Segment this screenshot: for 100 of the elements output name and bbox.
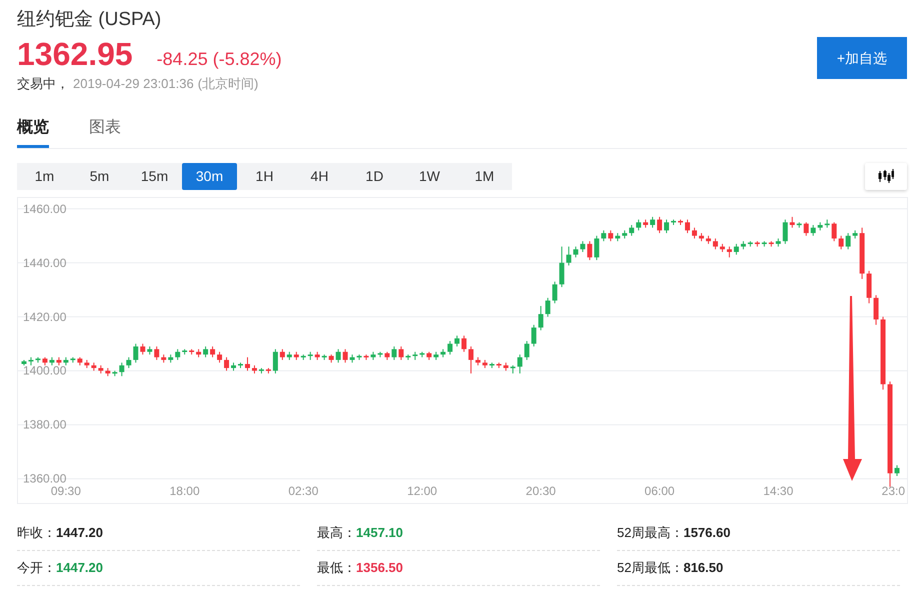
period-button[interactable]: 4H [292, 162, 347, 190]
candlestick [182, 348, 188, 355]
candlestick [482, 358, 488, 368]
candlestick [559, 246, 564, 288]
period-button[interactable]: 1W [402, 162, 457, 190]
candlestick [475, 356, 480, 366]
candlestick [740, 240, 746, 250]
candlestick [434, 350, 439, 360]
candlestick [406, 354, 411, 360]
axis-label: 14:30 [763, 484, 794, 498]
axis-label: 20:30 [526, 484, 556, 498]
axis-label: 06:00 [644, 484, 675, 498]
candlestick [112, 370, 118, 376]
axis-label: 09:30 [50, 484, 81, 498]
candlestick [203, 345, 208, 358]
candlestick [566, 246, 572, 266]
period-button[interactable]: 1H [237, 162, 292, 190]
candlestick [524, 340, 530, 360]
candlestick [175, 348, 180, 360]
candlestick [573, 246, 578, 258]
candlestick [196, 348, 202, 358]
candlestick [168, 354, 174, 363]
candlestick [426, 350, 432, 360]
candlestick [720, 242, 725, 252]
last-price: 1362.95 [17, 35, 133, 74]
axis-label: 1400.00 [23, 363, 66, 378]
period-button[interactable]: 30m [182, 162, 237, 190]
candlestick [35, 356, 40, 363]
tab[interactable]: 图表 [89, 116, 121, 148]
axis-label: 23:0 [882, 484, 905, 498]
candlestick [510, 364, 516, 374]
candlestick [622, 229, 628, 238]
add-watchlist-button[interactable]: +加自选 [817, 37, 907, 79]
stat-value: 816.50 [683, 558, 724, 577]
candlestick [280, 348, 285, 360]
candlestick [28, 356, 34, 366]
candlestick [790, 216, 795, 228]
candlestick [300, 354, 306, 360]
candlestick [322, 354, 327, 360]
price-change: -84.25 (-5.82%) [156, 48, 282, 71]
candlestick [161, 354, 166, 363]
candlestick [748, 240, 753, 247]
trading-status: 交易中， [17, 75, 69, 93]
period-button[interactable]: 1m [17, 162, 72, 190]
candlestick [56, 356, 62, 366]
period-button[interactable]: 5m [72, 162, 127, 190]
candlestick [768, 240, 774, 247]
axis-label: 1460.00 [23, 201, 66, 216]
candlestick [392, 345, 397, 360]
period-button[interactable]: 1M [457, 162, 512, 190]
candlestick [838, 234, 844, 250]
candlestick [42, 356, 48, 366]
candlestick [378, 350, 383, 358]
candlestick-toggle[interactable] [865, 162, 907, 190]
candlestick [49, 356, 54, 366]
candlestick-icon [878, 168, 894, 183]
candlestick [489, 362, 494, 368]
candlestick [272, 348, 278, 374]
candlestick [398, 345, 404, 360]
candlestick [832, 221, 837, 242]
candlestick [454, 334, 460, 346]
candlestick [70, 356, 76, 363]
candlestick [587, 240, 592, 260]
candlestick [503, 362, 508, 371]
candlestick [468, 345, 474, 374]
candlestick [105, 367, 110, 376]
candlestick [147, 345, 152, 355]
instrument-title: 纽约钯金 (USPA) [17, 8, 162, 32]
stat-label: 52周最高： [617, 524, 684, 542]
candlestick [754, 240, 760, 247]
candlestick [664, 218, 670, 234]
candlestick [810, 224, 816, 236]
candlestick [636, 218, 642, 230]
candlestick [657, 216, 662, 234]
candlestick [594, 234, 600, 260]
candlestick [706, 234, 711, 244]
candlestick [698, 232, 704, 242]
candlestick [63, 356, 68, 366]
candlestick [776, 237, 781, 247]
candlestick [308, 350, 313, 360]
period-button[interactable]: 15m [127, 162, 182, 190]
candlestick [119, 362, 124, 376]
candlestick [531, 324, 536, 346]
stat-value: 1576.60 [683, 524, 730, 542]
axis-label: 1420.00 [23, 309, 66, 324]
candlestick [77, 356, 82, 366]
candlestick [98, 364, 104, 374]
candlestick [126, 356, 132, 368]
candlestick [818, 221, 823, 230]
tab[interactable]: 概览 [17, 116, 49, 148]
candlestick [496, 362, 502, 368]
candlestick [684, 218, 690, 234]
stat-value: 1447.20 [56, 524, 103, 542]
stat-value: 1447.20 [56, 558, 103, 577]
candlestick [140, 342, 146, 355]
candlestick [650, 216, 656, 228]
candlestick [154, 345, 160, 360]
candlestick [22, 358, 26, 366]
period-button[interactable]: 1D [347, 162, 402, 190]
candlestick [258, 367, 264, 374]
